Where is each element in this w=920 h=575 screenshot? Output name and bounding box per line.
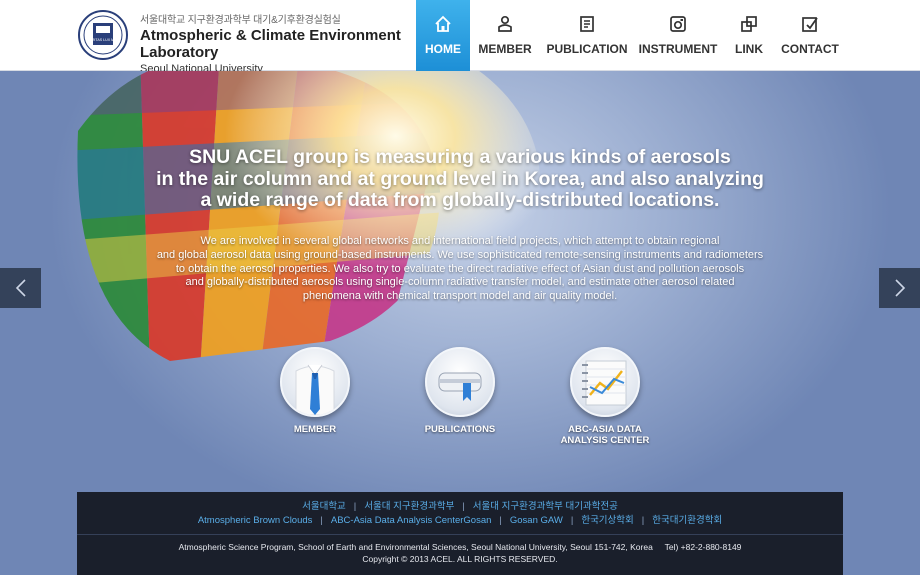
separator: |: [641, 515, 645, 526]
svg-text:VERITAS LUX MEA: VERITAS LUX MEA: [87, 38, 119, 42]
home-icon: [435, 15, 451, 32]
nav-link[interactable]: LINK: [722, 0, 776, 71]
description-line: and globally-distributed aerosols using …: [185, 276, 735, 289]
slider-next-button[interactable]: [879, 268, 920, 308]
footer-link[interactable]: 한국대기환경학회: [652, 515, 722, 526]
nav-label: MEMBER: [478, 42, 532, 56]
description-line: and global aerosol data using ground-bas…: [156, 248, 764, 261]
nav-label: CONTACT: [781, 42, 839, 56]
nav-member[interactable]: MEMBER: [470, 0, 540, 71]
footer-link[interactable]: 서울대 지구환경과학부 대기과학전공: [473, 501, 618, 512]
brand: 서울대학교 지구환경과학부 대기&기후환경실험실 Atmospheric & C…: [140, 11, 401, 75]
chevron-left-icon: [15, 279, 26, 297]
quick-link-label-line: PUBLICATIONS: [424, 424, 496, 435]
description-line: phenomena with chemical transport model …: [302, 290, 618, 303]
nav-instrument[interactable]: INSTRUMENT: [634, 0, 722, 71]
headline-line: SNU ACEL group is measuring a various ki…: [189, 146, 731, 168]
link-icon: [741, 16, 757, 32]
separator: |: [570, 515, 574, 526]
footer-info: Atmospheric Science Program, School of E…: [77, 541, 843, 565]
main-nav: HOME MEMBER PUBLICATION INSTRUMENT LINK …: [416, 0, 844, 71]
nav-label: LINK: [735, 42, 763, 56]
quick-link-abc-asia[interactable]: ABC-ASIA DATA ANALYSIS CENTER: [550, 347, 660, 446]
nav-contact[interactable]: CONTACT: [776, 0, 844, 71]
footer-copyright: Copyright © 2013 ACEL. ALL RIGHTS RESERV…: [362, 554, 558, 564]
footer-link[interactable]: Gosan GAW: [510, 515, 563, 526]
book-icon: [425, 347, 495, 417]
brand-title-line1: Atmospheric & Climate Environment: [140, 27, 401, 44]
description-line: to obtain the aerosol properties. We als…: [175, 262, 745, 275]
separator: |: [499, 515, 502, 526]
contact-icon: [802, 17, 818, 32]
footer-address: Atmospheric Science Program, School of E…: [178, 542, 653, 552]
slider-prev-button[interactable]: [0, 268, 41, 308]
footer-address-line: Atmospheric Science Program, School of E…: [77, 541, 843, 553]
nav-label: PUBLICATION: [546, 42, 628, 56]
nav-publication[interactable]: PUBLICATION: [540, 0, 634, 71]
nav-label: INSTRUMENT: [638, 42, 718, 56]
nav-label: HOME: [425, 42, 461, 56]
site-footer: 서울대학교 | 서울대 지구환경과학부 | 서울대 지구환경과학부 대기과학전공 Atm…: [77, 492, 843, 575]
quick-link-label-line: MEMBER: [293, 424, 337, 435]
footer-divider: [77, 534, 843, 535]
separator: |: [353, 501, 357, 512]
member-icon: [498, 15, 512, 32]
description-line: We are involved in several global networ…: [200, 235, 720, 247]
chart-notebook-icon: [570, 347, 640, 417]
footer-link[interactable]: 서울대 지구환경과학부: [364, 501, 454, 512]
footer-tel: Tel) +82-2-880-8149: [664, 542, 742, 552]
quick-link-label-line: ANALYSIS CENTER: [560, 435, 650, 446]
footer-links-row: 서울대학교 | 서울대 지구환경과학부 | 서울대 지구환경과학부 대기과학전공: [77, 500, 843, 514]
footer-links: 서울대학교 | 서울대 지구환경과학부 | 서울대 지구환경과학부 대기과학전공 Atm…: [77, 500, 843, 528]
footer-link[interactable]: ABC-Asia Data Analysis CenterGosan: [331, 515, 492, 526]
shirt-tie-icon: [280, 347, 350, 417]
quick-link-label: MEMBER: [260, 424, 370, 435]
quick-link-label-line: ABC-ASIA DATA: [568, 424, 642, 435]
instrument-icon: [670, 16, 686, 32]
hero-description: We are involved in several global networ…: [120, 235, 800, 304]
footer-link[interactable]: 한국기상학회: [581, 515, 633, 526]
footer-link[interactable]: Atmospheric Brown Clouds: [198, 515, 313, 526]
snu-logo[interactable]: VERITAS LUX MEA: [77, 9, 129, 61]
quick-link-publications[interactable]: PUBLICATIONS: [405, 347, 515, 435]
hero-headline: SNU ACEL group is measuring a various ki…: [60, 146, 860, 212]
quick-link-member[interactable]: MEMBER: [260, 347, 370, 435]
nav-home[interactable]: HOME: [416, 0, 470, 71]
headline-line: in the air column and at ground level in…: [156, 167, 764, 190]
publication-icon: [580, 16, 594, 32]
site-header: VERITAS LUX MEA 서울대학교 지구환경과학부 대기&기후환경실험실…: [0, 0, 920, 75]
brand-title-line2: Laboratory: [140, 44, 219, 61]
separator: |: [462, 501, 465, 512]
hero-slider: SNU ACEL group is measuring a various ki…: [0, 71, 920, 575]
footer-links-row: Atmospheric Brown Clouds | ABC-Asia Data A…: [77, 514, 843, 528]
footer-link[interactable]: 서울대학교: [302, 501, 346, 512]
quick-link-label: ABC-ASIA DATA ANALYSIS CENTER: [550, 424, 660, 446]
quick-link-label: PUBLICATIONS: [405, 424, 515, 435]
chevron-right-icon: [894, 279, 905, 297]
brand-korean-title: 서울대학교 지구환경과학부 대기&기후환경실험실: [140, 15, 341, 26]
separator: |: [320, 515, 323, 526]
headline-line: a wide range of data from globally-distr…: [200, 189, 720, 211]
